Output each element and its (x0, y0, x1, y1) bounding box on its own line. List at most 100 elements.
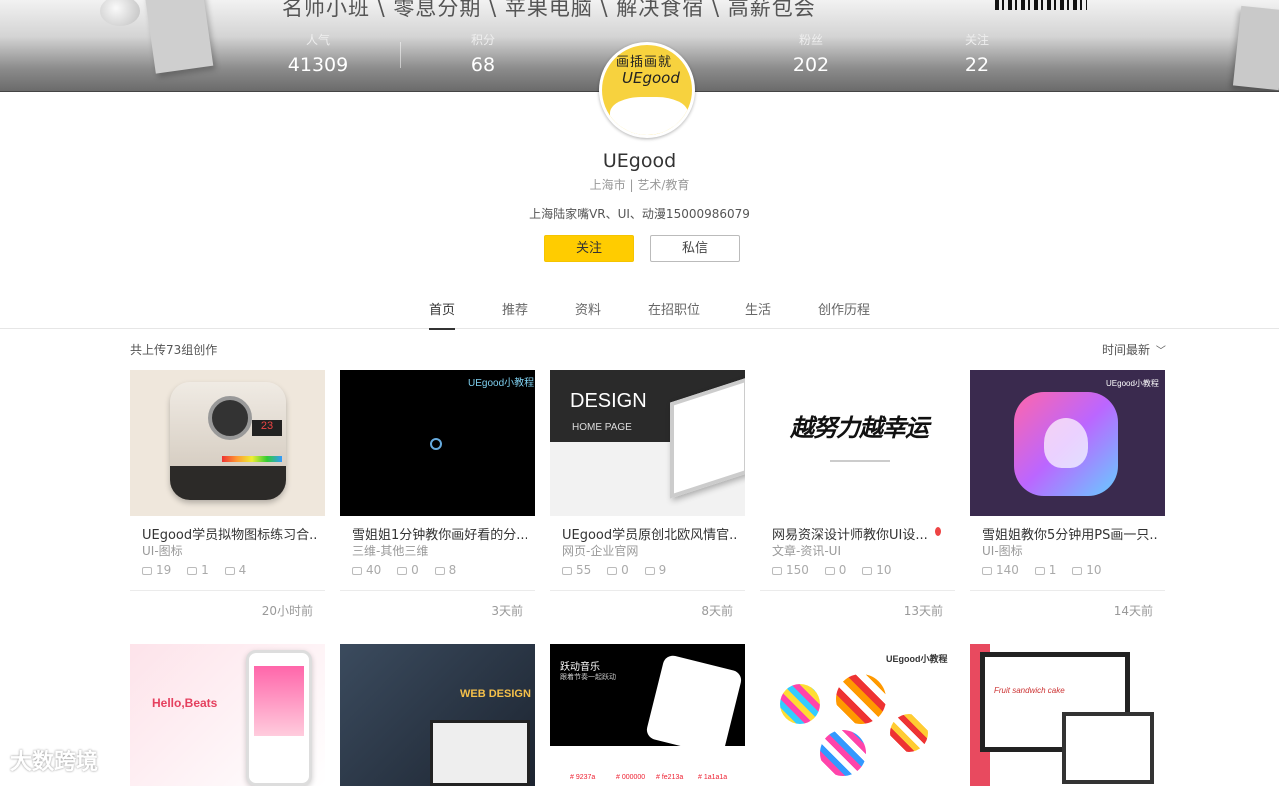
eye-icon (982, 566, 992, 575)
work-card[interactable]: UEgood小教程 雪姐姐教你5分钟用PS画一只... UI-图标 140 1 … (970, 370, 1165, 620)
work-category[interactable]: 网页-企业官网 (562, 542, 638, 559)
thumbnail-text: UEgood小教程 (468, 378, 535, 389)
avatar[interactable]: 画插画就 UEgood ✓ (599, 42, 695, 138)
work-card[interactable]: UEgood小教程 雪姐姐1分钟教你画好看的分... 三维-其他三维 40 0 … (340, 370, 535, 620)
watermark-logo: 大数跨境 (10, 750, 99, 775)
stat-value: 22 (964, 54, 990, 76)
view-count: 19 (156, 563, 172, 577)
work-stats: 55 0 9 (562, 563, 678, 577)
work-stats: 40 0 8 (352, 563, 468, 577)
thumbs-up-icon (434, 566, 445, 575)
stat-value: 202 (792, 54, 830, 76)
work-title[interactable]: 网易资深设计师教你UI设... (772, 524, 947, 543)
work-thumbnail[interactable]: Fruit sandwich cake (970, 644, 1165, 786)
work-thumbnail[interactable]: DESIGN HOME PAGE (550, 370, 745, 516)
thumbnail-text: 越努力越幸运 (790, 415, 929, 442)
stat-value: 68 (470, 54, 496, 76)
thumbnail-subtext: HOME PAGE (572, 422, 632, 433)
works-count: 共上传73组创作 (130, 343, 218, 357)
work-time: 8天前 (701, 604, 733, 618)
follow-button[interactable]: 关注 (544, 235, 634, 262)
divider (970, 590, 1165, 591)
chevron-down-icon: ﹀ (1155, 346, 1166, 357)
divider (400, 42, 401, 68)
comment-icon (397, 566, 408, 575)
stat-value: 41309 (287, 54, 349, 76)
stat-points: 积分 68 (438, 31, 528, 76)
thumbnail-text: WEB DESIGN (460, 688, 531, 700)
profile-name: UEgood (602, 150, 677, 172)
eye-icon (772, 566, 782, 575)
thumbnail-text: UEgood小教程 (1106, 379, 1159, 388)
work-thumbnail[interactable]: UEgood小教程 (760, 644, 955, 786)
work-stats: 150 0 10 (772, 563, 903, 577)
tab-recommend[interactable]: 推荐 (502, 299, 528, 318)
work-thumbnail[interactable]: Hello,Beats (130, 644, 325, 786)
view-count: 40 (366, 563, 382, 577)
tab-profile[interactable]: 资料 (575, 299, 601, 318)
thumbnail-text: 23 (252, 420, 282, 436)
eye-icon (352, 566, 362, 575)
comment-icon (607, 566, 618, 575)
comment-icon (1034, 566, 1045, 575)
thumbnail-text: UEgood小教程 (886, 654, 948, 664)
avatar-text: 画插画就 (616, 55, 673, 70)
work-card[interactable]: 23 UEgood学员拟物图标练习合... UI-图标 19 1 4 20小时前 (130, 370, 325, 620)
comment-count: 0 (411, 563, 419, 577)
stat-following[interactable]: 关注 22 (932, 31, 1022, 76)
tab-jobs[interactable]: 在招职位 (648, 299, 700, 318)
like-count: 9 (658, 563, 667, 577)
thumbnail-text: Fruit sandwich cake (994, 686, 1065, 695)
thumbs-up-icon (644, 566, 655, 575)
sort-dropdown[interactable]: 时间最新 ﹀ (1102, 341, 1166, 358)
divider (340, 590, 535, 591)
work-category[interactable]: 文章-资讯-UI (772, 542, 841, 559)
color-swatch-label: # 9237a (570, 774, 596, 781)
thumbs-up-icon (862, 566, 873, 575)
banner-decoration (100, 0, 140, 26)
work-thumbnail[interactable]: UEgood小教程 (340, 370, 535, 516)
stat-label: 积分 (470, 33, 495, 47)
work-thumbnail[interactable]: 越努力越幸运 (760, 370, 955, 516)
tab-history[interactable]: 创作历程 (818, 299, 870, 318)
comment-count: 0 (621, 563, 629, 577)
work-time: 14天前 (1113, 604, 1153, 618)
avatar-brand: UEgood (622, 69, 680, 87)
work-title[interactable]: 雪姐姐教你5分钟用PS画一只... (982, 524, 1157, 543)
tab-home[interactable]: 首页 (429, 299, 456, 330)
work-thumbnail[interactable]: 23 (130, 370, 325, 516)
work-category[interactable]: 三维-其他三维 (352, 542, 428, 559)
eye-icon (562, 566, 572, 575)
eye-icon (142, 566, 152, 575)
work-thumbnail[interactable]: UEgood小教程 (970, 370, 1165, 516)
divider (550, 590, 745, 591)
work-title[interactable]: 雪姐姐1分钟教你画好看的分... (352, 524, 527, 543)
color-swatch-label: # 000000 (616, 774, 646, 781)
profile-meta: 上海市 | 艺术/教育 (589, 178, 690, 192)
work-card[interactable]: 越努力越幸运 网易资深设计师教你UI设... 文章-资讯-UI 150 0 10… (760, 370, 955, 620)
comment-count: 1 (1048, 563, 1057, 577)
banner-slogan: 名师小班 \ 零息分期 \ 苹果电脑 \ 解决食宿 \ 高薪包会 (282, 0, 816, 20)
work-title[interactable]: UEgood学员拟物图标练习合... (142, 524, 317, 543)
work-thumbnail[interactable]: 跃动音乐 跟着节奏一起跃动 # 9237a # 000000 # fe213a … (550, 644, 745, 786)
comment-count: 0 (838, 563, 847, 577)
color-swatch-label: # 1a1a1a (698, 774, 728, 781)
work-category[interactable]: UI-图标 (142, 542, 183, 559)
hot-badge-icon (935, 527, 941, 536)
work-title[interactable]: UEgood学员原创北欧风情官... (562, 524, 737, 543)
thumbnail-subtext: 跟着节奏一起跃动 (560, 674, 616, 681)
work-time: 3天前 (491, 604, 523, 618)
comment-icon (187, 566, 198, 575)
stat-fans[interactable]: 粉丝 202 (766, 31, 856, 76)
work-stats: 140 1 10 (982, 563, 1113, 577)
work-thumbnail[interactable]: WEB DESIGN (340, 644, 535, 786)
thumbnail-text: DESIGN (570, 390, 647, 412)
qr-code-icon (995, 0, 1087, 10)
tab-life[interactable]: 生活 (745, 299, 771, 318)
work-category[interactable]: UI-图标 (982, 542, 1023, 559)
message-button[interactable]: 私信 (650, 235, 740, 262)
work-card[interactable]: DESIGN HOME PAGE UEgood学员原创北欧风情官... 网页-企… (550, 370, 745, 620)
profile-tabs: 首页 推荐 资料 在招职位 生活 创作历程 (0, 290, 1279, 330)
comment-icon (824, 566, 835, 575)
stat-popularity: 人气 41309 (273, 31, 363, 76)
